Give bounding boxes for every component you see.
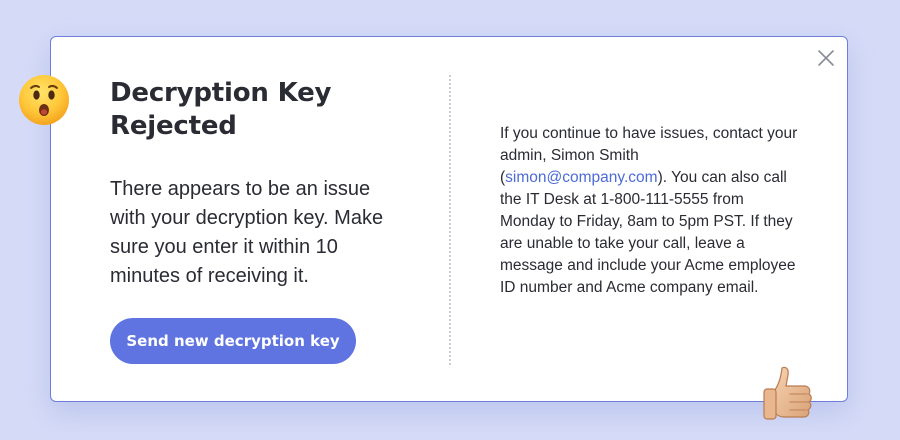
send-new-key-button[interactable]: Send new decryption key <box>110 318 356 364</box>
admin-email-link[interactable]: simon@company.com <box>505 169 657 186</box>
close-button[interactable] <box>817 49 835 67</box>
close-icon <box>818 50 834 66</box>
thumbs-up-emoji-icon <box>763 366 812 420</box>
dotted-divider <box>449 75 451 365</box>
help-text: If you continue to have issues, contact … <box>500 123 800 299</box>
hushed-face-emoji-icon <box>19 75 69 125</box>
dialog-message: There appears to be an issue with your d… <box>110 178 384 287</box>
error-dialog: Decryption Key Rejected There appears to… <box>50 36 848 402</box>
dialog-title: Decryption Key Rejected <box>110 78 332 141</box>
dialog-main-content: Decryption Key Rejected There appears to… <box>110 77 410 291</box>
help-text-details: ). You can also call the IT Desk at 1-80… <box>500 169 796 296</box>
